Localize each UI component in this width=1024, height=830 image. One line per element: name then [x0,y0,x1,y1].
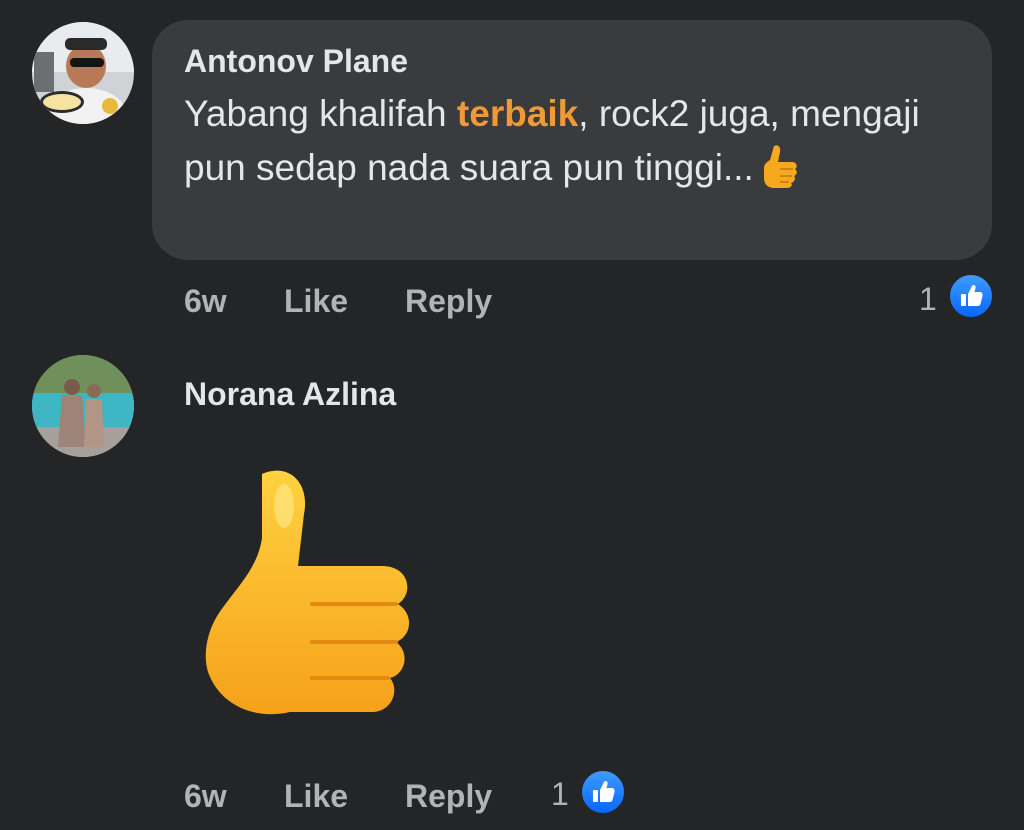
comment-time: 6w [184,778,227,814]
comments-thread: Antonov Plane Yabang khalifah terbaik, r… [0,0,1024,830]
reaction-count[interactable]: 1 [551,776,569,813]
reply-button[interactable]: Reply [405,283,492,320]
like-button[interactable]: Like [284,283,348,320]
comment-text: Yabang khalifah terbaik, rock2 juga, men… [184,87,974,195]
like-button[interactable]: Like [284,778,348,815]
like-reaction-icon[interactable] [580,769,626,815]
comment-author[interactable]: Norana Azlina [184,376,396,413]
thumbs-up-icon [200,466,415,726]
avatar-image [32,355,134,457]
avatar-image [32,22,134,124]
reaction-count[interactable]: 1 [919,281,937,318]
comment-text-part: Yabang khalifah [184,93,457,134]
thumbs-up-icon [760,142,800,188]
like-reaction-icon[interactable] [948,273,994,319]
avatar[interactable] [32,355,134,457]
reply-button[interactable]: Reply [405,778,492,815]
highlighted-keyword[interactable]: terbaik [457,93,578,134]
comment-time: 6w [184,283,227,319]
comment-author[interactable]: Antonov Plane [184,43,408,80]
avatar[interactable] [32,22,134,124]
